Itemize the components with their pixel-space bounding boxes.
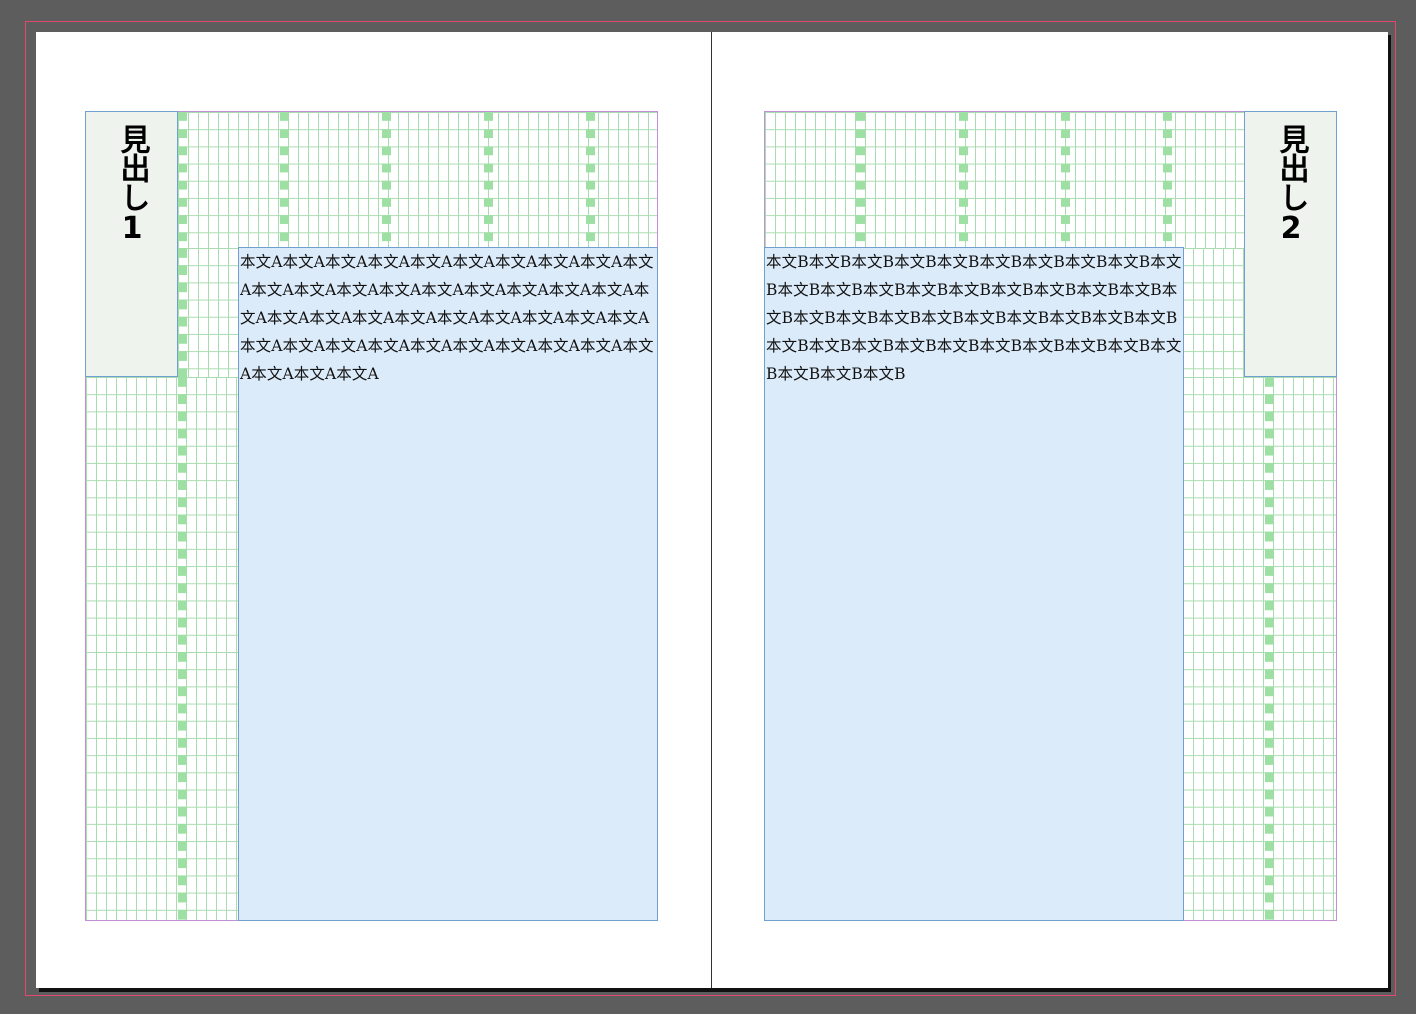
- left-top-grid-gutter: [586, 112, 595, 248]
- right-side-layout-grid: [1183, 248, 1245, 377]
- left-bottom-layout-grid: [86, 377, 238, 920]
- right-body-text: 本文B本文B本文B本文B本文B本文B本文B本文B本文B本文B本文B本文B本文B本…: [766, 253, 1182, 383]
- right-top-grid-gutter: [856, 112, 865, 248]
- right-heading-text: 見出し2: [1273, 124, 1309, 245]
- right-heading-frame[interactable]: 見出し2: [1244, 111, 1337, 377]
- right-top-layout-grid: [765, 112, 1245, 248]
- left-heading-text: 見出し1: [114, 124, 150, 245]
- right-body-text-frame[interactable]: 本文B本文B本文B本文B本文B本文B本文B本文B本文B本文B本文B本文B本文B本…: [764, 247, 1184, 921]
- right-top-grid-gutter: [1061, 112, 1070, 248]
- left-top-grid-gutter: [382, 112, 391, 248]
- left-bottom-grid-gutter: [178, 377, 187, 920]
- right-top-grid-gutter: [1163, 112, 1172, 248]
- left-side-grid-gutter: [178, 248, 187, 377]
- left-top-grid-gutter: [178, 112, 187, 248]
- spine-line: [711, 32, 712, 988]
- right-top-grid-gutter: [959, 112, 968, 248]
- left-top-grid-gutter: [484, 112, 493, 248]
- left-body-text-frame[interactable]: 本文A本文A本文A本文A本文A本文A本文A本文A本文A本文A本文A本文A本文A本…: [238, 247, 658, 921]
- layout-canvas: 見出し1 本文A本文A本文A本文A本文A本文A本文A本文A本文A本文A本文A本文…: [0, 0, 1416, 1014]
- right-bottom-grid-gutter: [1265, 377, 1274, 920]
- left-top-grid-gutter: [280, 112, 289, 248]
- right-bottom-layout-grid: [1183, 377, 1336, 920]
- left-side-layout-grid: [178, 248, 238, 377]
- left-heading-frame[interactable]: 見出し1: [85, 111, 178, 377]
- left-body-text: 本文A本文A本文A本文A本文A本文A本文A本文A本文A本文A本文A本文A本文A本…: [240, 253, 654, 383]
